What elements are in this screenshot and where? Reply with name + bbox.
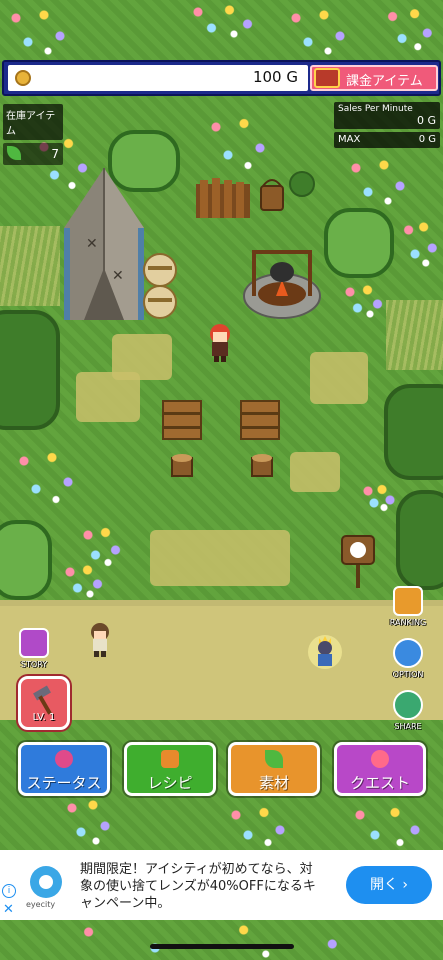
flower-patch <box>280 0 360 60</box>
ranking-label: RANKING <box>389 618 427 627</box>
bush <box>0 520 52 600</box>
firewood-sprite <box>196 178 250 218</box>
money-display: 100 G <box>8 65 308 91</box>
status-menu-button[interactable]: ステータス <box>18 742 110 796</box>
svg-text:✕: ✕ <box>86 236 98 252</box>
flower-patch <box>200 106 280 176</box>
flower-patch <box>8 440 88 510</box>
max-sales-box: MAX 0 G <box>334 132 440 148</box>
coin-icon <box>15 70 31 86</box>
bucket-sprite <box>260 179 284 211</box>
quest-menu-label: クエスト <box>349 774 410 792</box>
premium-item-button[interactable]: 課金アイテム <box>310 65 438 91</box>
home-indicator[interactable] <box>150 944 294 949</box>
scroll-icon <box>19 628 49 658</box>
dirt-patch <box>150 530 290 586</box>
ranking-scroll-icon <box>393 586 423 616</box>
flower-patch <box>220 800 300 850</box>
dirt-patch <box>310 352 368 404</box>
tent-sprite: ✕ ✕ <box>64 168 144 320</box>
ad-banner[interactable]: i ✕ eyecity 期間限定！アイシティが初めてなら、対象の使い捨てレンズが… <box>0 850 443 920</box>
sales-label: Sales Per Minute <box>338 104 413 114</box>
recipe-menu-button[interactable]: レシピ <box>124 742 216 796</box>
flower-patch <box>400 212 443 272</box>
display-crate-right[interactable] <box>240 400 280 440</box>
max-label: MAX <box>338 134 361 145</box>
story-label: STORY <box>20 660 48 669</box>
material-menu-button[interactable]: 素材 <box>228 742 320 796</box>
restaurant-signpost <box>341 535 375 588</box>
material-menu-label: 素材 <box>258 774 289 792</box>
status-menu-label: ステータス <box>26 774 102 792</box>
tall-grass <box>386 300 443 370</box>
flower-patch <box>380 0 443 55</box>
ad-brand: eyecity <box>26 900 56 909</box>
shopkeeper-character[interactable] <box>204 322 236 362</box>
flower-patch <box>340 280 390 320</box>
storage-pots <box>143 253 177 319</box>
campfire-cooking-pot <box>243 250 321 319</box>
bush <box>0 310 60 430</box>
stock-title: 在庫アイテム <box>3 104 63 140</box>
top-status-bar: 100 G 課金アイテム <box>2 60 441 96</box>
stump-seat <box>171 454 193 477</box>
option-button[interactable]: OPTION <box>388 638 428 679</box>
bush <box>324 208 394 278</box>
sales-per-minute-box: Sales Per Minute 0 G <box>334 102 440 129</box>
flower-patch <box>60 560 110 600</box>
herb-icon <box>265 750 283 768</box>
share-label: SHARE <box>394 722 422 731</box>
king-customer[interactable] <box>308 632 342 672</box>
sales-panel: Sales Per Minute 0 G MAX 0 G <box>334 102 440 148</box>
flower-patch <box>180 0 270 40</box>
display-crate-left[interactable] <box>162 400 202 440</box>
key-icon <box>371 750 389 768</box>
share-button[interactable]: SHARE <box>388 690 428 731</box>
eyecity-logo-icon <box>30 866 62 898</box>
hammer-icon <box>33 685 52 715</box>
flower-patch <box>0 920 443 960</box>
bush-small-sprite <box>289 171 315 197</box>
dirt-patch <box>290 452 340 492</box>
option-label: OPTION <box>392 670 424 679</box>
ad-open-button[interactable]: 開く › <box>346 866 432 904</box>
leaf-icon <box>7 146 21 160</box>
premium-item-label: 課金アイテム <box>346 74 423 89</box>
max-value: 0 G <box>418 134 436 145</box>
level-label: LV. 1 <box>32 712 56 723</box>
bush <box>396 490 443 590</box>
svg-text:✕: ✕ <box>112 268 124 284</box>
dirt-patch <box>76 372 140 422</box>
stock-row: 7 <box>3 143 63 165</box>
ad-text: 期間限定！アイシティが初めてなら、対象の使い捨てレンズが40%OFFになるキャン… <box>80 862 316 911</box>
gear-icon <box>393 638 423 668</box>
bush <box>384 384 443 480</box>
game-field[interactable]: ✕ ✕ 100 G 課金アイテム 在庫アイテム 7 Sales Per Minu… <box>0 0 443 960</box>
treasure-chest-icon <box>314 68 340 88</box>
flower-patch <box>360 482 400 512</box>
stock-panel[interactable]: 在庫アイテム 7 <box>3 104 63 165</box>
flower-patch <box>340 800 440 850</box>
quest-menu-button[interactable]: クエスト <box>334 742 426 796</box>
flower-patch <box>60 790 120 850</box>
flower-patch <box>0 0 80 60</box>
stock-count: 7 <box>51 147 59 161</box>
share-icon <box>393 690 423 720</box>
money-value: 100 G <box>252 68 298 86</box>
ad-info-icon[interactable]: i <box>2 884 16 898</box>
recipe-menu-label: レシピ <box>147 774 193 792</box>
tall-grass <box>0 226 60 306</box>
sales-value: 0 G <box>416 114 436 127</box>
recipe-book-icon <box>161 750 179 768</box>
potion-icon <box>55 750 73 768</box>
ranking-button[interactable]: RANKING <box>388 586 428 627</box>
flower-patch <box>340 150 420 210</box>
ad-close-icon[interactable]: ✕ <box>3 902 14 917</box>
story-button[interactable]: STORY <box>14 628 54 669</box>
villager-customer[interactable] <box>86 622 114 658</box>
level-up-button[interactable]: LV. 1 <box>18 676 70 730</box>
stump-seat <box>251 454 273 477</box>
